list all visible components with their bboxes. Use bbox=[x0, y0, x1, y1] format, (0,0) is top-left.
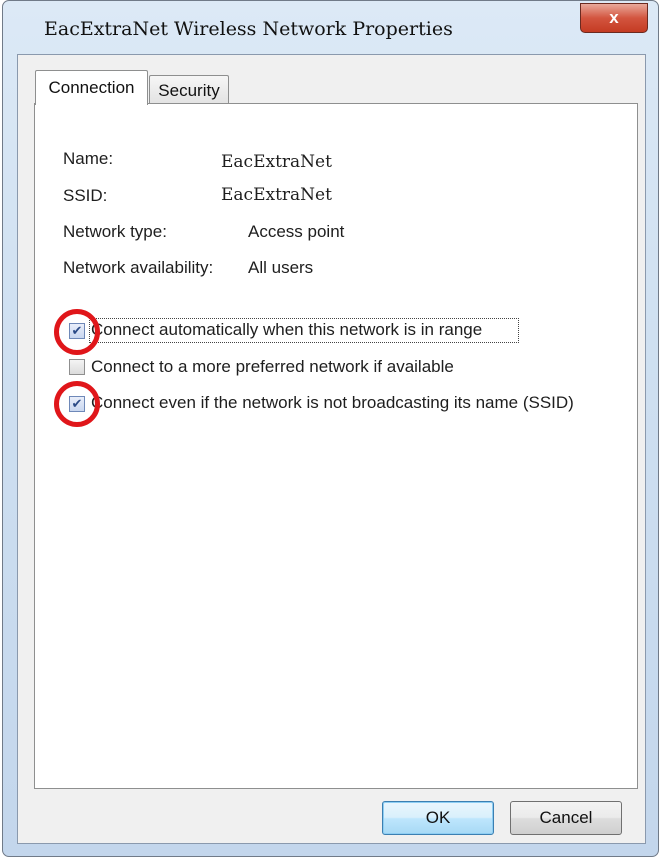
network-type-value: Access point bbox=[248, 222, 345, 241]
name-label: Name: bbox=[63, 149, 114, 168]
name-value: EacExtraNet bbox=[221, 152, 332, 172]
ok-button-label: OK bbox=[425, 808, 451, 827]
connection-tab-panel: Name: EacExtraNet SSID: EacExtraNet Netw… bbox=[34, 103, 638, 789]
title-bar[interactable]: EacExtraNet Wireless Network Properties … bbox=[3, 1, 658, 53]
network-availability-label: Network availability: bbox=[63, 258, 214, 277]
highlight-circle bbox=[54, 309, 100, 355]
network-type-label: Network type: bbox=[63, 222, 167, 241]
connect-preferred-checkbox[interactable] bbox=[69, 359, 85, 375]
ok-button[interactable]: OK bbox=[382, 801, 494, 835]
connect-hidden-ssid-label: Connect even if the network is not broad… bbox=[91, 393, 574, 412]
connect-automatically-label: Connect automatically when this network … bbox=[91, 320, 483, 339]
window-title: EacExtraNet Wireless Network Properties bbox=[44, 18, 453, 40]
tab-connection[interactable]: Connection bbox=[35, 70, 148, 105]
dialog-client-area: Connection Security Name: EacExtraNet SS… bbox=[17, 54, 646, 844]
highlight-circle bbox=[54, 381, 100, 427]
cancel-button[interactable]: Cancel bbox=[510, 801, 622, 835]
tab-security-label: Security bbox=[158, 80, 220, 100]
cancel-button-label: Cancel bbox=[539, 808, 593, 827]
close-button[interactable]: x bbox=[580, 3, 648, 33]
connect-preferred-label: Connect to a more preferred network if a… bbox=[91, 357, 454, 376]
ssid-label: SSID: bbox=[63, 186, 108, 205]
tab-connection-label: Connection bbox=[48, 78, 135, 97]
ssid-value: EacExtraNet bbox=[221, 185, 332, 205]
close-icon: x bbox=[609, 8, 619, 27]
tab-security[interactable]: Security bbox=[149, 75, 229, 105]
network-availability-value: All users bbox=[248, 258, 314, 277]
properties-dialog: EacExtraNet Wireless Network Properties … bbox=[2, 0, 659, 857]
